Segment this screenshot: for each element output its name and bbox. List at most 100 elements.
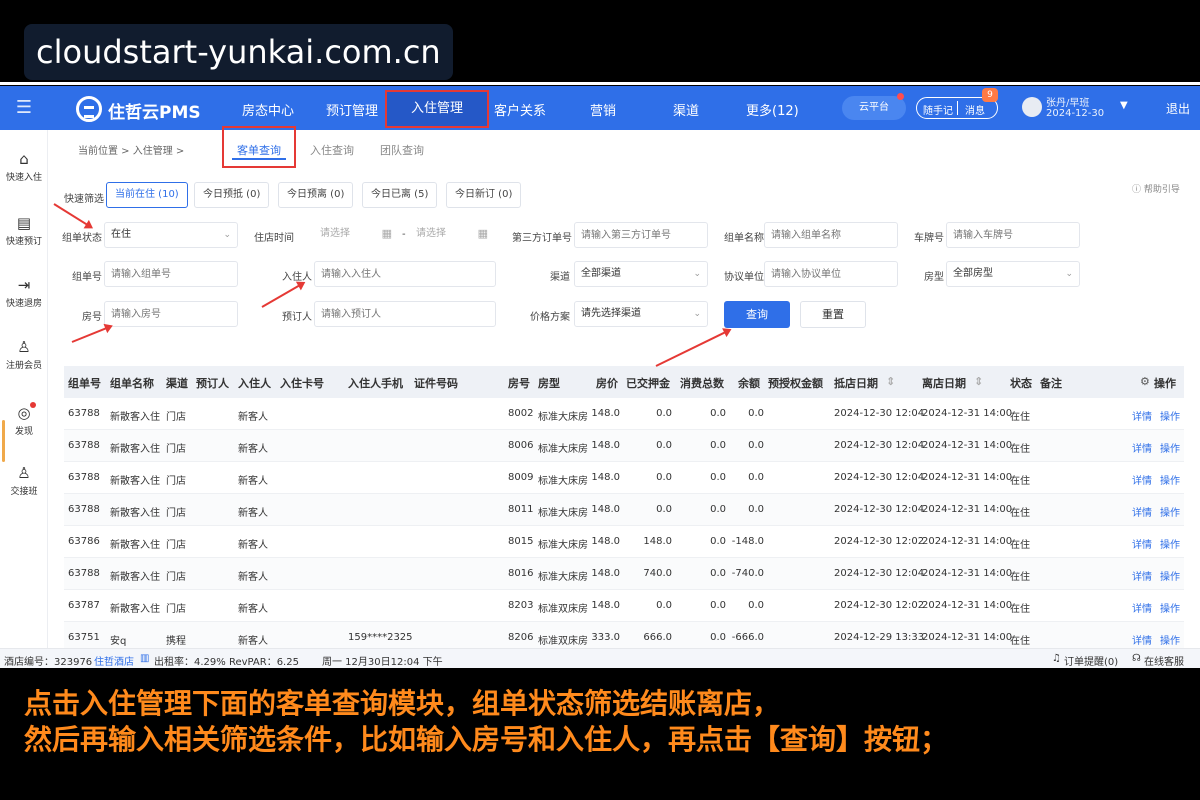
operation-link[interactable]: 操作	[1160, 472, 1180, 487]
tab-guest-order-query[interactable]: 客单查询	[222, 126, 296, 168]
col-departure-date[interactable]: 离店日期	[922, 375, 966, 391]
cell-room-no: 8016	[508, 568, 534, 579]
cloud-platform-button[interactable]: 云平台	[842, 96, 906, 120]
group-status-select[interactable]: 在住 ⌄	[104, 222, 238, 248]
detail-link[interactable]: 详情	[1132, 632, 1152, 647]
sidebar-item-discover[interactable]: ◎ 发现	[0, 404, 48, 437]
nav-reservation[interactable]: 预订管理	[326, 100, 378, 119]
checkin-time-to[interactable]: 请选择 ▦	[410, 222, 494, 248]
nav-crm[interactable]: 客户关系	[494, 100, 546, 119]
online-service-link[interactable]: 在线客服	[1144, 653, 1184, 668]
col-card-no: 入住卡号	[280, 377, 324, 390]
booker-input[interactable]	[314, 301, 496, 327]
table-row[interactable]: 63788 新散客入住 门店 新客人 8016 标准大床房 148.0 740.0 0.0 -74…	[64, 558, 1184, 590]
cell-arrival: 2024-12-30 12:02	[834, 536, 925, 547]
filter-today-arrival[interactable]: 今日预抵 (0)	[194, 182, 270, 208]
chevron-down-icon: ⌄	[1065, 269, 1073, 279]
logout-button[interactable]: 退出	[1166, 100, 1190, 117]
operation-link[interactable]: 操作	[1160, 600, 1180, 615]
tab-checkin-query[interactable]: 入住查询	[310, 142, 354, 158]
sidebar-item-register-member[interactable]: ♙ 注册会员	[0, 338, 48, 371]
sidebar-item-quick-checkin[interactable]: ⌂ 快速入住	[0, 150, 48, 183]
sidebar-item-quick-checkout[interactable]: ⇥ 快速退房	[0, 276, 48, 309]
table-row[interactable]: 63788 新散客入住 门店 新客人 8011 标准大床房 148.0 0.0 0.0 0.0 20…	[64, 494, 1184, 526]
operation-link[interactable]: 操作	[1160, 440, 1180, 455]
gear-icon[interactable]: ⚙	[1140, 375, 1150, 388]
table-row[interactable]: 63786 新散客入住 门店 新客人 8015 标准大床房 148.0 148.0 0.0 -14…	[64, 526, 1184, 558]
sidebar-scrollbar[interactable]	[2, 420, 5, 462]
user-avatar[interactable]	[1022, 97, 1042, 117]
chevron-down-icon: ⌄	[693, 269, 701, 279]
col-arrival-date[interactable]: 抵店日期	[834, 375, 878, 391]
room-no-label: 房号	[82, 312, 102, 323]
sidebar-item-shift-handover[interactable]: ♙ 交接班	[0, 464, 48, 497]
detail-link[interactable]: 详情	[1132, 440, 1152, 455]
plate-input[interactable]	[946, 222, 1080, 248]
menu-toggle-icon[interactable]: ☰	[14, 99, 34, 117]
sidebar-item-quick-booking[interactable]: ▤ 快速预订	[0, 214, 48, 247]
order-reminder-link[interactable]: 订单提醒(0)	[1064, 653, 1118, 668]
cell-guest: 新客人	[238, 540, 268, 551]
operation-link[interactable]: 操作	[1160, 632, 1180, 647]
nav-channel[interactable]: 渠道	[673, 100, 699, 119]
detail-link[interactable]: 详情	[1132, 408, 1152, 423]
group-no-input[interactable]	[104, 261, 238, 287]
sort-icon[interactable]: ⇕	[886, 375, 895, 388]
cell-group-no: 63788	[68, 408, 100, 419]
detail-link[interactable]: 详情	[1132, 472, 1152, 487]
sort-icon[interactable]: ⇕	[974, 375, 983, 388]
operation-link[interactable]: 操作	[1160, 504, 1180, 519]
operation-link[interactable]: 操作	[1160, 408, 1180, 423]
operation-link[interactable]: 操作	[1160, 536, 1180, 551]
filter-current-stay[interactable]: 当前在住 (10)	[106, 182, 188, 208]
query-button[interactable]: 查询	[724, 301, 790, 328]
date-range-dash: -	[402, 229, 406, 240]
cell-balance: 0.0	[748, 600, 764, 611]
breadcrumb: 当前位置 > 入住管理 >	[78, 146, 185, 157]
channel-select[interactable]: 全部渠道 ⌄	[574, 261, 708, 287]
operation-link[interactable]: 操作	[1160, 568, 1180, 583]
col-room-type: 房型	[538, 377, 560, 390]
tab-group-query[interactable]: 团队查询	[380, 142, 424, 158]
chevron-down-icon[interactable]: ▼	[1120, 100, 1128, 111]
group-name-input[interactable]	[764, 222, 898, 248]
cell-deposit: 0.0	[656, 440, 672, 451]
plate-label: 车牌号	[914, 233, 944, 244]
filter-today-new[interactable]: 今日新订 (0)	[446, 182, 522, 208]
agreement-label: 协议单位	[724, 272, 764, 283]
table-row[interactable]: 63788 新散客入住 门店 新客人 8002 标准大床房 148.0 0.0 0.0 0.0 20…	[64, 398, 1184, 430]
table-row[interactable]: 63788 新散客入住 门店 新客人 8009 标准大床房 148.0 0.0 0.0 0.0 20…	[64, 462, 1184, 494]
price-plan-select[interactable]: 请先选择渠道 ⌄	[574, 301, 708, 327]
room-no-input[interactable]	[104, 301, 238, 327]
sidebar-label: 快速预订	[5, 237, 42, 247]
checkin-time-from[interactable]: 请选择 ▦	[314, 222, 398, 248]
cell-consumption: 0.0	[710, 568, 726, 579]
col-guest: 入住人	[238, 377, 271, 390]
help-label: 帮助引导	[1143, 185, 1180, 195]
user-name: 张丹/早班	[1046, 98, 1090, 109]
detail-link[interactable]: 详情	[1132, 504, 1152, 519]
filter-today-departure[interactable]: 今日预离 (0)	[278, 182, 354, 208]
nav-more[interactable]: 更多(12)	[746, 100, 799, 119]
cell-consumption: 0.0	[710, 440, 726, 451]
nav-marketing[interactable]: 营销	[590, 100, 616, 119]
detail-link[interactable]: 详情	[1132, 568, 1152, 583]
messages-button[interactable]: 消息	[965, 102, 985, 117]
nav-checkin-management[interactable]: 入住管理	[385, 90, 490, 128]
agreement-input[interactable]	[764, 261, 898, 287]
table-row[interactable]: 63788 新散客入住 门店 新客人 8006 标准大床房 148.0 0.0 0.0 0.0 20…	[64, 430, 1184, 462]
reset-button[interactable]: 重置	[800, 301, 866, 328]
help-guide-link[interactable]: ⓘ 帮助引导	[1132, 182, 1180, 195]
notes-button[interactable]: 随手记	[923, 102, 953, 117]
nav-room-status[interactable]: 房态中心	[242, 100, 294, 119]
filter-today-left[interactable]: 今日已离 (5)	[362, 182, 438, 208]
detail-link[interactable]: 详情	[1132, 600, 1152, 615]
cell-room-type: 标准大床房	[538, 540, 588, 551]
cell-guest: 新客人	[238, 636, 268, 647]
guest-input[interactable]	[314, 261, 496, 287]
table-row[interactable]: 63787 新散客入住 门店 新客人 8203 标准双床房 148.0 0.0 0.0 0.0 20…	[64, 590, 1184, 622]
third-order-input[interactable]	[574, 222, 708, 248]
detail-link[interactable]: 详情	[1132, 536, 1152, 551]
annotation-arrow	[71, 325, 112, 343]
room-type-select[interactable]: 全部房型 ⌄	[946, 261, 1080, 287]
